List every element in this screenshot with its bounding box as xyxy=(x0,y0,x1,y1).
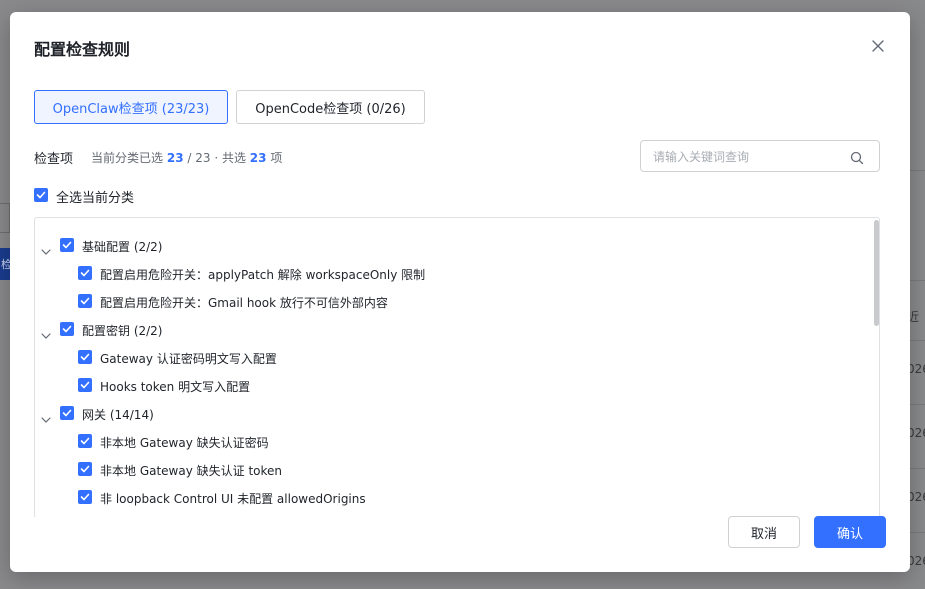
tree-checkbox[interactable] xyxy=(60,322,74,336)
background-left-box xyxy=(0,203,10,233)
dialog-title: 配置检查规则 xyxy=(34,40,131,59)
tree-item-label: Hooks token 明文写入配置 xyxy=(100,380,251,394)
section-label: 检查项 xyxy=(34,152,74,167)
tree-checkbox[interactable] xyxy=(78,434,92,448)
tree-group-label: 配置密钥 (2/2) xyxy=(82,324,163,338)
tree-group-label: 网关 (14/14) xyxy=(82,408,154,422)
tree-item[interactable]: 非 loopback Control UI 未配置 allowedOrigins xyxy=(35,487,865,507)
tree-checkbox[interactable] xyxy=(78,350,92,364)
tree-group-basic-config[interactable]: 基础配置 (2/2) xyxy=(35,235,865,255)
tree-checkbox[interactable] xyxy=(60,238,74,252)
tree-item-label: Gateway 认证密码明文写入配置 xyxy=(100,352,277,366)
summary-prefix: 当前分类已选 xyxy=(91,151,164,165)
tree-item[interactable]: 非本地 Gateway 缺失认证密码 xyxy=(35,431,865,451)
tree-checkbox[interactable] xyxy=(78,462,92,476)
summary-suffix: 项 xyxy=(270,151,283,165)
tree-checkbox[interactable] xyxy=(78,294,92,308)
tree-group-gateway[interactable]: 网关 (14/14) xyxy=(35,403,865,423)
tree-item-label: 非本地 Gateway 缺失认证 token xyxy=(100,464,283,478)
tree-checkbox[interactable] xyxy=(78,266,92,280)
select-all-checkbox[interactable] xyxy=(34,188,48,202)
summary-middle: / 23 · 共选 xyxy=(187,151,246,165)
tree-checkbox[interactable] xyxy=(60,406,74,420)
tree-item-label: 非 loopback Control UI 未配置 allowedOrigins xyxy=(100,492,366,506)
tree-item-label: 配置启用危险开关：applyPatch 解除 workspaceOnly 限制 xyxy=(100,268,426,282)
chevron-down-icon[interactable] xyxy=(41,241,51,255)
select-all-label: 全选当前分类 xyxy=(56,191,135,206)
tree-checkbox[interactable] xyxy=(78,490,92,504)
cancel-button[interactable]: 取消 xyxy=(728,516,800,548)
tree-item[interactable]: Gateway 认证密码明文写入配置 xyxy=(35,347,865,367)
tree-group-config-secrets[interactable]: 配置密钥 (2/2) xyxy=(35,319,865,339)
tree-item[interactable]: 配置启用危险开关：Gmail hook 放行不可信外部内容 xyxy=(35,291,865,311)
chevron-down-icon[interactable] xyxy=(41,325,51,339)
tree-scrollbar[interactable] xyxy=(874,220,879,326)
tab-openclaw[interactable]: OpenClaw检查项 (23/23) xyxy=(34,90,228,124)
tree-item-label: 配置启用危险开关：Gmail hook 放行不可信外部内容 xyxy=(100,296,388,310)
tree-checkbox[interactable] xyxy=(78,378,92,392)
tree-item[interactable]: Hooks token 明文写入配置 xyxy=(35,375,865,395)
search-icon[interactable] xyxy=(850,150,864,165)
check-item-tree: 基础配置 (2/2) 配置启用危险开关：applyPatch 解除 worksp… xyxy=(34,217,880,517)
close-icon[interactable] xyxy=(870,38,886,54)
summary-selected-count: 23 xyxy=(166,151,184,165)
tree-item[interactable]: 非本地 Gateway 缺失认证 token xyxy=(35,459,865,479)
selection-summary: 当前分类已选 23 / 23 · 共选 23 项 xyxy=(91,149,282,166)
tree-group-label: 基础配置 (2/2) xyxy=(82,240,163,254)
config-rules-dialog: 配置检查规则 OpenClaw检查项 (23/23) OpenCode检查项 (… xyxy=(10,12,910,572)
summary-total-count: 23 xyxy=(249,151,267,165)
confirm-button[interactable]: 确认 xyxy=(814,516,886,548)
search-input[interactable] xyxy=(653,148,843,166)
tree-item-label: 非本地 Gateway 缺失认证密码 xyxy=(100,436,269,450)
chevron-down-icon[interactable] xyxy=(41,409,51,423)
search-box xyxy=(640,140,880,172)
tab-opencode[interactable]: OpenCode检查项 (0/26) xyxy=(236,90,425,124)
tree-item[interactable]: 配置启用危险开关：applyPatch 解除 workspaceOnly 限制 xyxy=(35,263,865,283)
